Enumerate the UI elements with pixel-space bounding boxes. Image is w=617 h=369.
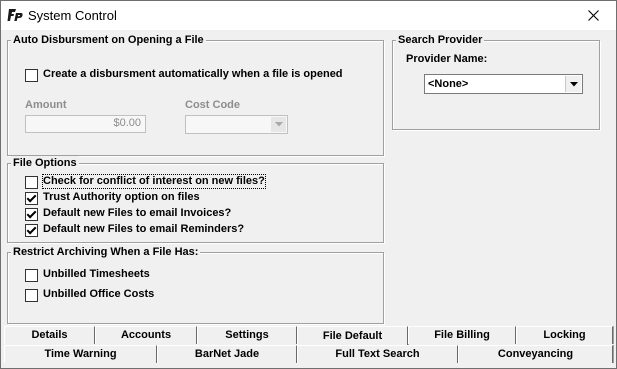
unbilled-timesheets-checkbox[interactable]: [25, 269, 38, 282]
restrict-archiving-group: Restrict Archiving When a File Has: Unbi…: [7, 245, 384, 324]
email-invoices-label[interactable]: Default new Files to email Invoices?: [43, 207, 231, 220]
email-reminders-checkbox[interactable]: [25, 224, 38, 237]
unbilled-office-costs-label[interactable]: Unbilled Office Costs: [43, 288, 154, 301]
email-reminders-label[interactable]: Default new Files to email Reminders?: [43, 223, 244, 236]
trust-authority-checkbox[interactable]: [25, 192, 38, 205]
tab-barnet-jade[interactable]: BarNet Jade: [157, 345, 297, 363]
tab-time-warning[interactable]: Time Warning: [4, 345, 157, 363]
conflict-of-interest-label[interactable]: Check for conflict of interest on new fi…: [42, 174, 266, 189]
provider-name-label: Provider Name:: [406, 53, 488, 65]
provider-name-value: <None>: [428, 78, 469, 90]
cost-code-label: Cost Code: [185, 99, 240, 111]
search-provider-group: Search Provider Provider Name: <None>: [392, 33, 600, 130]
email-invoices-checkbox[interactable]: [25, 208, 38, 221]
auto-disbursement-group: Auto Disbursment on Opening a File Creat…: [7, 33, 384, 156]
tab-settings[interactable]: Settings: [197, 326, 297, 344]
title-bar[interactable]: System Control: [1, 1, 616, 30]
file-options-legend: File Options: [11, 156, 79, 171]
close-icon: [587, 10, 599, 21]
create-disbursement-checkbox[interactable]: [25, 69, 38, 82]
tab-file-billing[interactable]: File Billing: [408, 326, 516, 344]
window-title: System Control: [28, 8, 117, 23]
unbilled-timesheets-label[interactable]: Unbilled Timesheets: [43, 268, 150, 281]
tab-accounts[interactable]: Accounts: [95, 326, 197, 344]
tab-full-text-search[interactable]: Full Text Search: [297, 345, 458, 363]
cost-code-dropdown-button[interactable]: [271, 117, 286, 132]
app-logo-icon: [7, 7, 23, 23]
tab-conveyancing[interactable]: Conveyancing: [458, 345, 613, 363]
search-provider-legend: Search Provider: [396, 33, 485, 48]
tab-file-default[interactable]: File Default: [297, 326, 408, 346]
auto-disbursement-legend: Auto Disbursment on Opening a File: [11, 33, 206, 48]
create-disbursement-label[interactable]: Create a disbursment automatically when …: [43, 68, 343, 81]
provider-name-select[interactable]: <None>: [424, 74, 583, 94]
provider-dropdown-button[interactable]: [565, 76, 581, 92]
chevron-down-icon: [274, 122, 283, 127]
system-control-window: System Control Auto Disbursment on Openi…: [0, 0, 617, 369]
cost-code-select[interactable]: [185, 115, 288, 134]
chevron-down-icon: [569, 81, 578, 86]
restrict-archiving-legend: Restrict Archiving When a File Has:: [11, 245, 201, 260]
window-content: Auto Disbursment on Opening a File Creat…: [1, 30, 616, 368]
tab-locking[interactable]: Locking: [516, 326, 613, 344]
close-button[interactable]: [570, 1, 616, 30]
amount-label: Amount: [25, 99, 67, 111]
file-options-group: File Options Check for conflict of inter…: [7, 156, 384, 243]
unbilled-office-costs-checkbox[interactable]: [25, 289, 38, 302]
tab-details[interactable]: Details: [4, 326, 95, 344]
conflict-of-interest-checkbox[interactable]: [25, 176, 38, 189]
trust-authority-label[interactable]: Trust Authority option on files: [43, 191, 200, 204]
amount-input[interactable]: $0.00: [25, 115, 146, 133]
